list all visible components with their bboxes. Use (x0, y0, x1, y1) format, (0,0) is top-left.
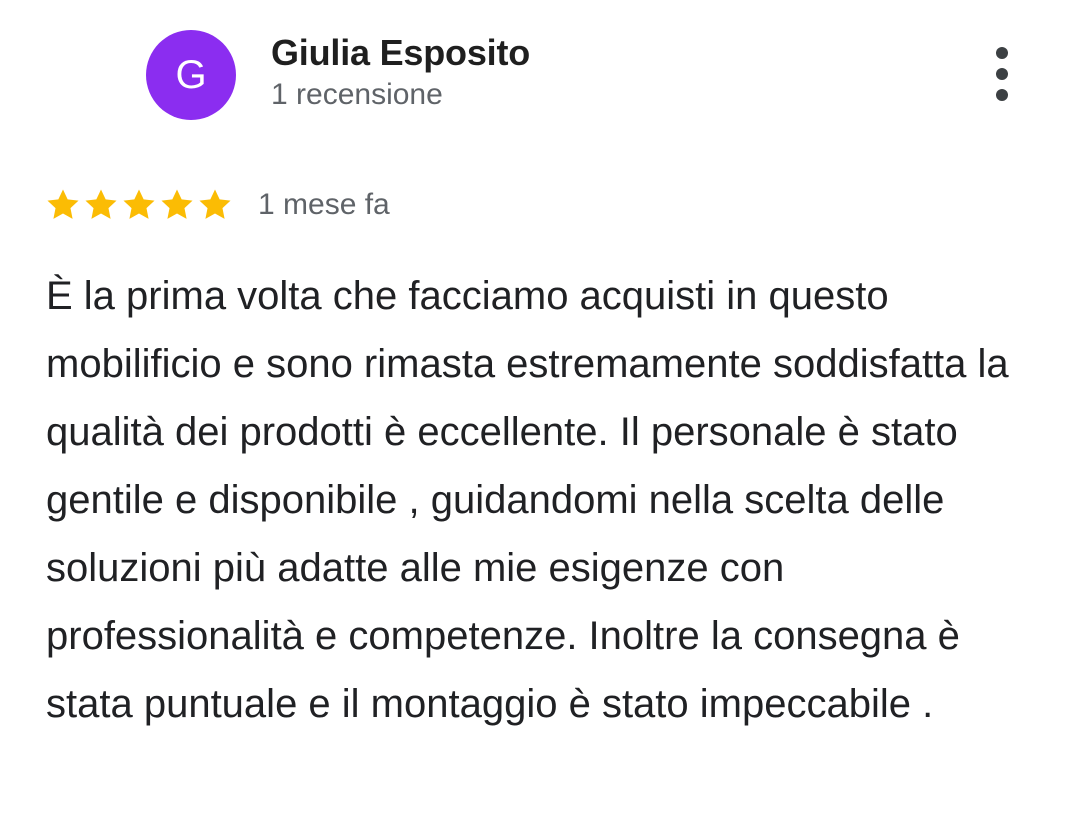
review-text: È la prima volta che facciamo acquisti i… (46, 274, 1009, 726)
review-date: 1 mese fa (258, 188, 390, 221)
rating-row: 1 mese fa (44, 184, 390, 226)
author-review-count: 1 recensione (271, 78, 443, 111)
more-vert-icon (996, 47, 1008, 101)
more-options-button[interactable] (976, 43, 1028, 105)
star-icon (85, 189, 117, 219)
author-name[interactable]: Giulia Esposito (271, 32, 530, 74)
star-rating (44, 186, 234, 224)
star-icon (123, 189, 155, 219)
star-icon (199, 189, 231, 219)
review-card: G Giulia Esposito 1 recensione 1 mese fa… (0, 0, 1080, 825)
star-icon (161, 189, 193, 219)
avatar[interactable]: G (146, 30, 236, 120)
star-icon (47, 189, 79, 219)
